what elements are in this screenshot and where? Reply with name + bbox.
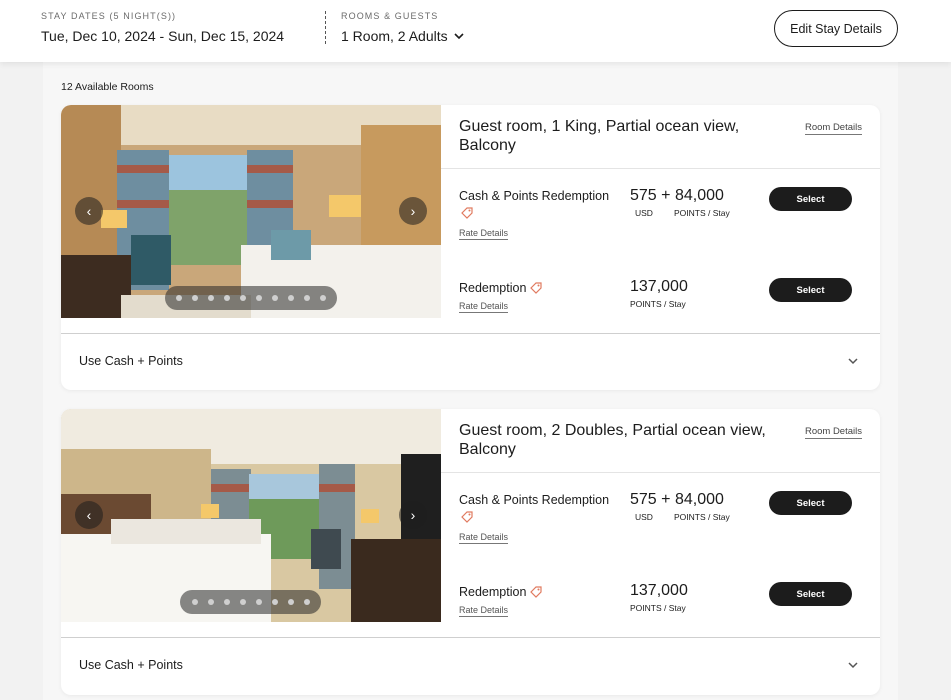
rate-name: Cash & Points Redemption bbox=[459, 189, 610, 203]
points-amount: 84,000 bbox=[674, 187, 724, 204]
carousel-dot[interactable] bbox=[176, 295, 182, 301]
points-unit: POINTS / Stay bbox=[630, 299, 686, 309]
rate-name: Cash & Points Redemption bbox=[459, 493, 610, 507]
rate-price: 575 + 84,000 bbox=[630, 187, 724, 205]
room-details-link[interactable]: Room Details bbox=[804, 426, 862, 439]
carousel-dot[interactable] bbox=[255, 599, 262, 605]
carousel-dot[interactable] bbox=[191, 599, 198, 605]
rate-details-link[interactable]: Rate Details bbox=[459, 605, 509, 617]
chevron-right-icon[interactable]: › bbox=[399, 501, 427, 529]
photo-carousel-dots bbox=[165, 286, 337, 310]
carousel-dot[interactable] bbox=[287, 599, 294, 605]
room-card: ‹ › Guest room, 2 Doubles, Partial ocean… bbox=[61, 409, 880, 695]
tag-icon bbox=[530, 282, 543, 294]
cash-unit: USD bbox=[635, 512, 653, 522]
carousel-dot[interactable] bbox=[288, 295, 294, 301]
edit-stay-details-button[interactable]: Edit Stay Details bbox=[774, 10, 898, 47]
carousel-dot[interactable] bbox=[320, 295, 326, 301]
header-divider bbox=[325, 11, 326, 44]
carousel-dot[interactable] bbox=[272, 295, 278, 301]
tag-icon bbox=[461, 511, 473, 523]
plus-sign: + bbox=[661, 187, 671, 204]
carousel-dot[interactable] bbox=[208, 295, 214, 301]
select-button[interactable]: Select bbox=[769, 187, 852, 211]
divider bbox=[441, 472, 880, 473]
room-title: Guest room, 1 King, Partial ocean view, … bbox=[459, 118, 740, 154]
rooms-guests-value: 1 Room, 2 Adults bbox=[341, 28, 448, 44]
room-card: ‹ › Guest room, 1 King, Partial ocean vi… bbox=[61, 105, 880, 390]
cash-amount: 575 bbox=[630, 491, 657, 508]
points-amount: 137,000 bbox=[630, 278, 688, 295]
rooms-guests-label: ROOMS & GUESTS bbox=[341, 11, 439, 21]
stay-dates-value: Tue, Dec 10, 2024 - Sun, Dec 15, 2024 bbox=[41, 28, 285, 44]
use-cash-points-toggle[interactable]: Use Cash + Points bbox=[79, 658, 183, 672]
cash-amount: 575 bbox=[630, 187, 657, 204]
rate-name: Redemption bbox=[459, 585, 543, 599]
divider bbox=[441, 168, 880, 169]
rate-price: 575 + 84,000 bbox=[630, 491, 724, 509]
rate-details-link[interactable]: Rate Details bbox=[459, 301, 509, 313]
room-photo[interactable]: ‹ › bbox=[61, 105, 441, 318]
carousel-dot[interactable] bbox=[192, 295, 198, 301]
carousel-dot[interactable] bbox=[239, 599, 246, 605]
rate-details-link[interactable]: Rate Details bbox=[459, 228, 509, 240]
rate-details-link[interactable]: Rate Details bbox=[459, 532, 509, 544]
chevron-down-icon bbox=[454, 32, 464, 39]
rate-name-text: Redemption bbox=[459, 585, 527, 599]
chevron-down-icon[interactable] bbox=[848, 358, 858, 365]
stay-dates-label: STAY DATES (5 NIGHT(S)) bbox=[41, 11, 177, 21]
stay-search-bar: STAY DATES (5 NIGHT(S)) Tue, Dec 10, 202… bbox=[0, 0, 951, 62]
divider bbox=[61, 637, 880, 638]
divider bbox=[61, 333, 880, 334]
chevron-right-icon[interactable]: › bbox=[399, 197, 427, 225]
points-unit: POINTS / Stay bbox=[674, 208, 730, 218]
chevron-left-icon[interactable]: ‹ bbox=[75, 197, 103, 225]
plus-sign: + bbox=[661, 491, 671, 508]
photo-carousel-dots bbox=[180, 590, 321, 614]
rate-name-text: Redemption bbox=[459, 281, 527, 295]
points-unit: POINTS / Stay bbox=[674, 512, 730, 522]
points-amount: 137,000 bbox=[630, 582, 688, 599]
room-photo[interactable]: ‹ › bbox=[61, 409, 441, 622]
select-button[interactable]: Select bbox=[769, 491, 852, 515]
tag-icon bbox=[530, 586, 543, 598]
select-button[interactable]: Select bbox=[769, 278, 852, 302]
carousel-dot[interactable] bbox=[224, 295, 230, 301]
available-rooms-count: 12 Available Rooms bbox=[61, 81, 154, 93]
carousel-dot[interactable] bbox=[271, 599, 278, 605]
points-amount: 84,000 bbox=[674, 491, 724, 508]
cash-unit: USD bbox=[635, 208, 653, 218]
tag-icon bbox=[461, 207, 473, 219]
carousel-dot[interactable] bbox=[223, 599, 230, 605]
chevron-left-icon[interactable]: ‹ bbox=[75, 501, 103, 529]
carousel-dot[interactable] bbox=[303, 599, 310, 605]
rate-name: Redemption bbox=[459, 281, 543, 295]
points-unit: POINTS / Stay bbox=[630, 603, 686, 613]
carousel-dot[interactable] bbox=[304, 295, 310, 301]
carousel-dot[interactable] bbox=[240, 295, 246, 301]
room-title: Guest room, 2 Doubles, Partial ocean vie… bbox=[459, 422, 766, 458]
use-cash-points-toggle[interactable]: Use Cash + Points bbox=[79, 354, 183, 368]
room-details-link[interactable]: Room Details bbox=[804, 122, 862, 135]
carousel-dot[interactable] bbox=[207, 599, 214, 605]
rooms-guests[interactable]: ROOMS & GUESTS 1 Room, 2 Adults bbox=[341, 11, 464, 44]
select-button[interactable]: Select bbox=[769, 582, 852, 606]
stay-dates[interactable]: STAY DATES (5 NIGHT(S)) Tue, Dec 10, 202… bbox=[41, 11, 284, 44]
carousel-dot[interactable] bbox=[256, 295, 262, 301]
chevron-down-icon[interactable] bbox=[848, 662, 858, 669]
